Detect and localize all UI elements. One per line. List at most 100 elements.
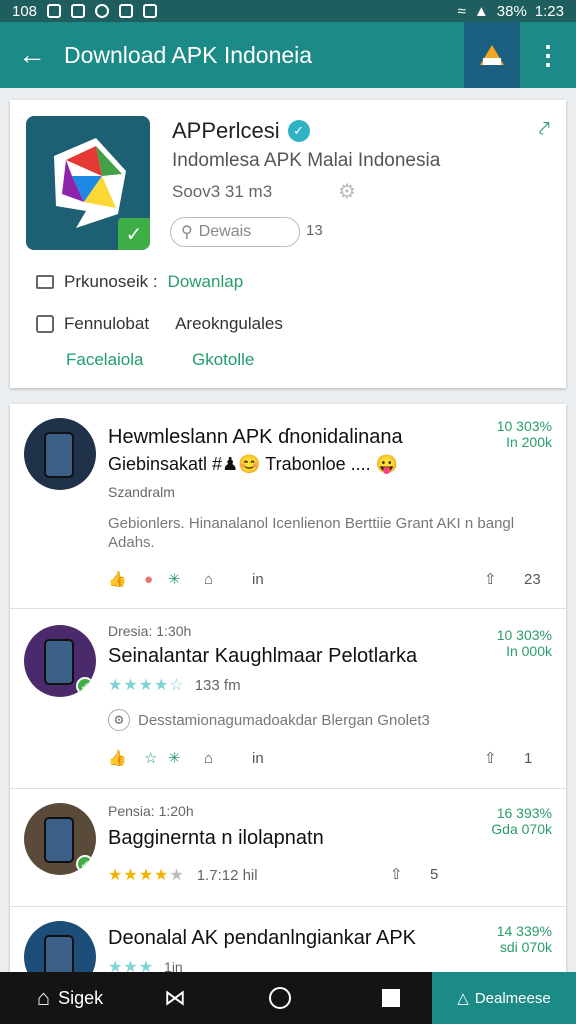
signal-icon: ▲	[473, 2, 489, 20]
stat-line-2: In 000k	[506, 643, 552, 659]
link-2[interactable]: Gkotolle	[192, 350, 254, 370]
search-icon: ⚲	[181, 224, 193, 241]
bottom-nav: ⌂ Sigek ⋈ △ Dealmeese	[0, 972, 576, 1024]
notification-icon	[143, 4, 158, 18]
stat-line-1: 16 393%	[496, 805, 552, 821]
share-icon[interactable]: ⇧	[484, 749, 524, 767]
review-title: Hewmleslann APK ɗnonidalinana	[108, 426, 403, 448]
review-actions: 👍 ☆ ✳ ⌂ in ⇧ 1	[108, 749, 552, 768]
list-item[interactable]: ✓ Dresia: 1:30h Seinalantar Kaughlmaar P…	[10, 609, 566, 789]
recents-square-icon[interactable]	[350, 972, 432, 1024]
home-outline-icon[interactable]: ⌂	[204, 750, 252, 767]
app-size: Soov3 31 m3	[172, 182, 273, 201]
download-button[interactable]: △ Dealmeese	[432, 972, 576, 1024]
review-stats: 10 303% In 200k	[497, 418, 552, 450]
avatar	[24, 418, 96, 490]
list-item[interactable]: Deonalal AK pendanlngiankar APK ★★★ 1in …	[10, 907, 566, 974]
app-name: APPerlcesi ✓	[172, 118, 310, 144]
review-actions: 👍 ● ✳ ⌂ in ⇧ 23	[108, 570, 552, 589]
share-icon[interactable]: ⇧	[390, 865, 430, 883]
triangle-icon: △	[457, 990, 469, 1007]
rating-row: ★★★★★ 1.7:12 hil	[108, 865, 258, 885]
review-title: Bagginernta n ilolapnatn	[108, 827, 324, 849]
list-item[interactable]: Hewmleslann APK ɗnonidalinana Giebinsaka…	[10, 404, 566, 609]
app-subtitle: Indomlesa APK Malai Indonesia	[172, 150, 441, 171]
thumbs-up-icon[interactable]: 👍	[108, 570, 144, 588]
review-meta: Dresia: 1:30h	[108, 623, 192, 639]
review-stats: 16 393% Gda 070k	[491, 805, 552, 837]
review-duration: 133 fm	[194, 676, 241, 694]
emoji-icon[interactable]: ●	[144, 571, 168, 588]
nav-home-label: Sigek	[58, 987, 104, 1008]
star-rating: ★★★★☆	[108, 677, 185, 694]
meta-key-2: Fennulobat	[64, 314, 150, 333]
battery-percent: 38%	[496, 2, 527, 20]
notification-icon	[71, 4, 86, 18]
page-title: Download APK Indoneia	[64, 41, 313, 68]
gear-icon[interactable]: ⚙	[338, 182, 358, 202]
link-1[interactable]: Facelaiola	[66, 350, 144, 370]
list-item[interactable]: ✓ Pensia: 1:20h Bagginernta n ilolapnatn…	[10, 789, 566, 907]
review-stats: 14 339% sdi 070k	[497, 923, 552, 955]
notification-icon	[95, 4, 110, 18]
avatar: ✓	[24, 625, 96, 697]
checkbox-icon[interactable]	[36, 315, 54, 333]
home-icon: ⌂	[36, 985, 51, 1010]
trend-icon[interactable]: ⤤	[539, 118, 550, 141]
meta-value-2: Areokngulales	[175, 314, 283, 333]
info-icon: ⚙	[108, 709, 130, 731]
review-actions: ⇧ 5	[390, 865, 439, 884]
reply-count: in	[252, 749, 264, 767]
star-outline-icon[interactable]: ☆	[144, 749, 168, 767]
star-rating: ★★★★★	[108, 867, 185, 884]
arrow-left-icon[interactable]: ←	[0, 22, 64, 88]
review-title-2: Giebinsakatl #♟😊 Trabonloe .... 😛	[108, 454, 399, 474]
nav-home[interactable]: ⌂ Sigek	[0, 972, 140, 1024]
app-logo: ✓	[26, 116, 150, 250]
review-duration: 1.7:12 hil	[196, 866, 258, 884]
app-info-card: ✓ APPerlcesi ✓ ⤤ Indomlesa APK Malai Ind…	[10, 100, 566, 388]
notification-icon	[119, 4, 134, 18]
status-time-left: 108	[12, 2, 38, 20]
review-author: Szandralm	[108, 484, 175, 500]
rating-row: ★★★★☆ 133 fm	[108, 675, 241, 695]
notification-icon	[47, 4, 62, 18]
search-input[interactable]: ⚲ Dewais	[170, 217, 300, 247]
share-count: 1	[524, 749, 533, 767]
reply-count: in	[252, 570, 264, 588]
review-title: Seinalantar Kaughlmaar Pelotlarka	[108, 645, 418, 667]
download-label: Dealmeese	[474, 989, 551, 1007]
meta-value-1[interactable]: Dowanlap	[168, 272, 244, 292]
meta-row-2: Fennulobat Areokngulales	[36, 314, 283, 334]
share-count: 23	[524, 570, 541, 588]
status-clock: 1:23	[534, 2, 564, 20]
warning-icon[interactable]	[464, 22, 520, 88]
meta-key-1: Prkunoseik :	[64, 272, 158, 291]
stat-line-1: 10 303%	[496, 627, 552, 643]
more-vert-icon[interactable]: ⋮	[520, 22, 576, 88]
home-circle-icon[interactable]	[210, 972, 350, 1024]
status-bar: 108 ≈ ▲ 38% 1:23	[0, 0, 576, 22]
stat-line-2: Gda 070k	[491, 821, 552, 837]
wifi-icon: ≈	[457, 2, 466, 20]
thumbs-up-icon[interactable]: 👍	[108, 749, 144, 767]
avatar	[24, 921, 96, 974]
share-count: 5	[430, 865, 439, 883]
stat-line-1: 14 339%	[496, 923, 552, 939]
sparkle-icon[interactable]: ✳	[168, 570, 204, 588]
stat-line-1: 10 303%	[496, 418, 552, 434]
review-body: Gebionlers. Hinanalanol Icenlienon Bertt…	[108, 515, 515, 551]
stat-line-2: In 200k	[506, 434, 552, 450]
avatar: ✓	[24, 803, 96, 875]
share-icon[interactable]: ⇧	[484, 570, 524, 588]
folder-icon	[36, 275, 54, 289]
review-body: Desstamionagumadoakdar Blergan Gnolet3	[138, 711, 430, 729]
bowtie-icon[interactable]: ⋈	[140, 972, 210, 1024]
verified-icon: ✓	[287, 120, 310, 142]
home-outline-icon[interactable]: ⌂	[204, 571, 252, 588]
sparkle-icon[interactable]: ✳	[168, 749, 204, 767]
search-placeholder: Dewais	[198, 223, 252, 240]
review-meta: Pensia: 1:20h	[108, 803, 194, 819]
app-name-text: APPerlcesi	[172, 118, 280, 143]
review-title: Deonalal AK pendanlngiankar APK	[108, 927, 417, 949]
